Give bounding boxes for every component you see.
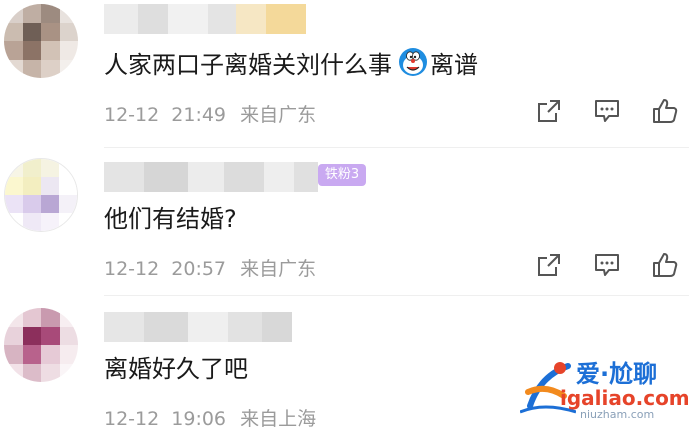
- like-button[interactable]: [650, 96, 680, 126]
- username-blurred[interactable]: [104, 312, 292, 342]
- doraemon-emoji-icon: [398, 47, 428, 77]
- site-watermark: 爱·尬聊 igaliao.com niuzham.com: [520, 350, 689, 423]
- share-button[interactable]: [534, 96, 564, 126]
- comment-time: 19:06: [171, 408, 227, 430]
- thumbs-up-icon: [653, 99, 678, 123]
- comment-icon: [595, 254, 619, 276]
- thumbs-up-icon: [653, 253, 678, 277]
- comment-location: 来自上海: [240, 408, 317, 430]
- comment-date: 12-12: [104, 408, 160, 430]
- comment-location: 来自广东: [240, 258, 317, 280]
- comment-text: 人家两口子离婚关刘什么事 离谱: [104, 44, 478, 80]
- fan-level-badge: 铁粉3: [318, 164, 366, 186]
- comment-location: 来自广东: [240, 104, 317, 126]
- comment-meta: 12-12 19:06 来自上海: [104, 404, 316, 431]
- comment-time: 20:57: [171, 258, 227, 280]
- username-blurred[interactable]: [104, 4, 306, 34]
- comment-date: 12-12: [104, 258, 160, 280]
- avatar[interactable]: [4, 4, 78, 78]
- watermark-title: 爱·尬聊: [576, 360, 658, 388]
- reply-button[interactable]: [592, 96, 622, 126]
- comment-time: 21:49: [171, 104, 227, 126]
- share-icon: [538, 100, 560, 122]
- comment-item: 铁粉3 他们有结婚? 12-12 20:57 来自广东: [0, 150, 689, 290]
- comment-item: 人家两口子离婚关刘什么事 离谱 12-12 21:49 来自广东: [0, 0, 689, 140]
- share-button[interactable]: [534, 250, 564, 280]
- comment-text: 他们有结婚?: [104, 198, 237, 234]
- comment-meta: 12-12 21:49 来自广东: [104, 100, 316, 127]
- username-blurred[interactable]: [104, 162, 318, 192]
- reply-button[interactable]: [592, 250, 622, 280]
- like-button[interactable]: [650, 250, 680, 280]
- watermark-domain: igaliao.com: [560, 386, 689, 410]
- comment-text: 离婚好久了吧: [104, 348, 248, 384]
- comment-body: 离婚好久了吧: [104, 354, 248, 383]
- comment-divider: [104, 295, 689, 296]
- comment-body: 他们有结婚?: [104, 204, 237, 233]
- avatar[interactable]: [4, 158, 78, 232]
- comment-icon: [595, 100, 619, 122]
- comment-body: 人家两口子离婚关刘什么事: [104, 50, 392, 79]
- comment-meta: 12-12 20:57 来自广东: [104, 254, 316, 281]
- comment-suffix: 离谱: [430, 50, 478, 79]
- watermark-subdomain: niuzham.com: [580, 408, 655, 421]
- comment-date: 12-12: [104, 104, 160, 126]
- share-icon: [538, 254, 560, 276]
- comment-divider: [104, 147, 689, 148]
- avatar[interactable]: [4, 308, 78, 382]
